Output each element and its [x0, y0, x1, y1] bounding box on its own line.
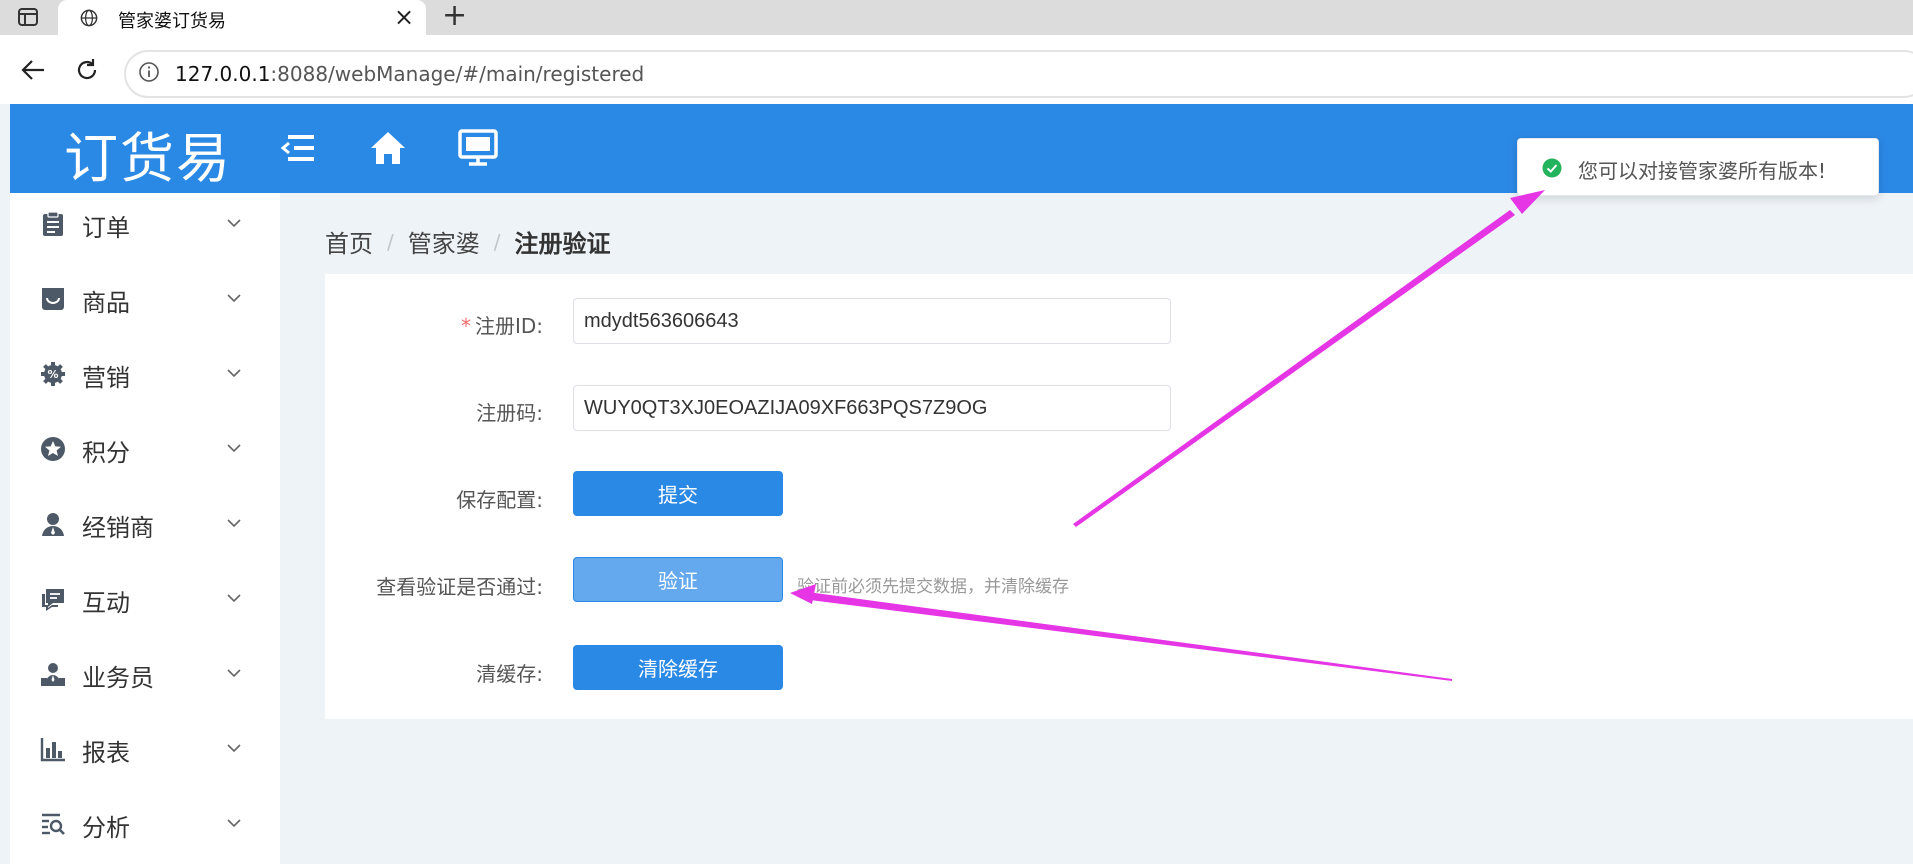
- url-text: 127.0.0.1:8088/webManage/#/main/register…: [175, 62, 645, 86]
- save-config-label: 保存配置:: [456, 488, 543, 512]
- url-bar[interactable]: 127.0.0.1:8088/webManage/#/main/register…: [124, 50, 1913, 98]
- required-mark: *: [460, 314, 471, 338]
- save-config-label-wrap: 保存配置:: [325, 484, 543, 512]
- address-bar-row: 127.0.0.1:8088/webManage/#/main/register…: [0, 35, 1913, 104]
- breadcrumb-home[interactable]: 首页: [325, 224, 373, 259]
- sidebar-item-interaction[interactable]: 互动: [10, 568, 280, 628]
- register-code-field[interactable]: [573, 385, 1171, 431]
- verify-label-wrap: 查看验证是否通过:: [325, 571, 543, 599]
- chevron-down-icon: [227, 519, 241, 528]
- register-code-label: 注册码:: [476, 401, 543, 425]
- verify-label: 查看验证是否通过:: [376, 575, 543, 599]
- register-id-field[interactable]: [573, 298, 1171, 344]
- back-icon[interactable]: [18, 55, 48, 85]
- chat-icon: [42, 589, 64, 611]
- new-tab-icon[interactable]: +: [442, 0, 467, 32]
- chevron-down-icon: [227, 369, 241, 378]
- chevron-down-icon: [227, 744, 241, 753]
- register-id-label: * 注册ID:: [460, 314, 543, 338]
- browser-tab[interactable]: 管家婆订货易 ×: [58, 0, 426, 35]
- register-code-input[interactable]: [574, 386, 1170, 430]
- discount-gear-icon: %: [41, 362, 65, 386]
- basket-icon: [42, 288, 64, 310]
- chevron-down-icon: [227, 294, 241, 303]
- sidebar-item-products[interactable]: 商品: [10, 268, 280, 328]
- chevron-down-icon: [227, 819, 241, 828]
- breadcrumb-separator: /: [387, 229, 394, 254]
- chevron-down-icon: [227, 444, 241, 453]
- register-id-label-wrap: * 注册ID:: [325, 310, 543, 338]
- globe-icon: [80, 9, 98, 27]
- success-toast: 您可以对接管家婆所有版本!: [1517, 138, 1879, 196]
- tab-close-icon[interactable]: ×: [394, 3, 414, 31]
- clipboard-icon: [43, 211, 63, 236]
- check-circle-icon: [1542, 158, 1562, 178]
- star-icon: [41, 437, 65, 461]
- bar-chart-icon: [40, 738, 65, 762]
- chevron-down-icon: [227, 219, 241, 228]
- breadcrumb-parent[interactable]: 管家婆: [408, 224, 480, 259]
- sidebar: 订单 商品 % 营销 积分 经销商 互动 业务员 报表 分析: [10, 193, 280, 864]
- home-icon[interactable]: [364, 126, 412, 170]
- user-icon: [42, 513, 64, 536]
- toast-message: 您可以对接管家婆所有版本!: [1578, 159, 1827, 183]
- clear-cache-button[interactable]: 清除缓存: [573, 645, 783, 690]
- sidebar-item-reports[interactable]: 报表: [10, 718, 280, 778]
- sidebar-item-points[interactable]: 积分: [10, 418, 280, 478]
- chevron-down-icon: [227, 669, 241, 678]
- browser-tab-bar: 管家婆订货易 × +: [0, 0, 1913, 35]
- collapse-menu-icon[interactable]: [274, 126, 322, 170]
- site-info-icon[interactable]: [138, 61, 160, 83]
- tab-title: 管家婆订货易: [118, 11, 226, 32]
- monitor-icon[interactable]: [454, 126, 502, 170]
- register-code-label-wrap: 注册码:: [325, 397, 543, 425]
- verify-hint: 验证前必须先提交数据，并清除缓存: [797, 577, 1069, 597]
- app-logo: 订货易: [64, 127, 232, 190]
- svg-text:%: %: [47, 368, 58, 381]
- reload-icon[interactable]: [72, 55, 102, 85]
- clear-cache-label: 清缓存:: [476, 662, 543, 686]
- submit-button[interactable]: 提交: [573, 471, 783, 516]
- team-icon: [41, 663, 65, 686]
- sidebar-item-orders[interactable]: 订单: [10, 193, 280, 253]
- breadcrumb-separator: /: [493, 229, 501, 254]
- tab-sidebar-icon[interactable]: [16, 5, 40, 29]
- analysis-icon: [42, 813, 65, 835]
- sidebar-item-dealers[interactable]: 经销商: [10, 493, 280, 553]
- breadcrumb-current: 注册验证: [514, 230, 611, 258]
- sidebar-item-salesmen[interactable]: 业务员: [10, 643, 280, 703]
- chevron-down-icon: [227, 594, 241, 603]
- sidebar-item-marketing[interactable]: % 营销: [10, 343, 280, 403]
- verify-button[interactable]: 验证: [573, 557, 783, 602]
- register-id-input[interactable]: [574, 299, 1170, 343]
- clear-cache-label-wrap: 清缓存:: [325, 658, 543, 686]
- breadcrumb: 首页 / 管家婆 / 注册验证: [325, 224, 611, 259]
- sidebar-item-analysis[interactable]: 分析: [10, 793, 280, 853]
